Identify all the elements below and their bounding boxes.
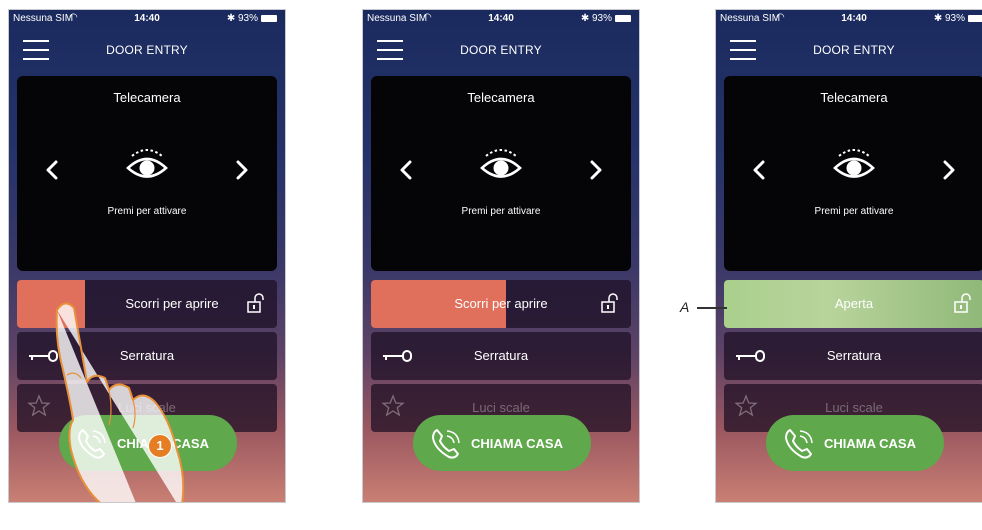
- slider-label: Scorri per aprire: [125, 296, 219, 311]
- padlock-icon: [954, 293, 972, 313]
- status-bar: Nessuna SIM ◠ 14:40 ✱ 93%: [363, 10, 639, 28]
- chevron-left-icon[interactable]: [43, 160, 63, 180]
- camera-hint: Premi per attivare: [461, 206, 541, 217]
- page-title: DOOR ENTRY: [460, 43, 542, 57]
- eye-icon[interactable]: [122, 141, 172, 191]
- camera-panel[interactable]: Telecamera Premi per attivare: [724, 76, 982, 271]
- unlock-slider[interactable]: Scorri per aprire: [371, 280, 631, 328]
- stair-lights-label: Luci scale: [472, 400, 530, 415]
- unlock-slider[interactable]: Aperta: [724, 280, 982, 328]
- slider-label: Scorri per aprire: [454, 296, 548, 311]
- battery-icon: [261, 14, 277, 22]
- slider-label: Aperta: [834, 296, 874, 311]
- eye-icon[interactable]: [476, 141, 526, 191]
- call-home-button[interactable]: CHIAMA CASA: [766, 415, 944, 471]
- phone-icon: [782, 427, 816, 461]
- camera-panel[interactable]: Telecamera Premi per attivare: [371, 76, 631, 271]
- lock-row[interactable]: Serratura: [724, 332, 982, 380]
- phone-screen-2: Nessuna SIM ◠ 14:40 ✱ 93% DOOR ENTRY Tel…: [363, 10, 639, 502]
- battery-indicator: ✱ 93%: [227, 13, 277, 24]
- battery-percent: 93%: [944, 13, 965, 24]
- chevron-right-icon[interactable]: [231, 160, 251, 180]
- page-title: DOOR ENTRY: [813, 43, 895, 57]
- lock-label: Serratura: [119, 348, 175, 363]
- page-title: DOOR ENTRY: [106, 43, 188, 57]
- call-home-label: CHIAMA CASA: [471, 436, 563, 451]
- camera-title: Telecamera: [113, 90, 181, 105]
- step-badge: 1: [148, 434, 172, 458]
- battery-indicator: ✱ 93%: [581, 13, 631, 24]
- status-bar: Nessuna SIM ◠ 14:40 ✱ 93%: [9, 10, 285, 28]
- camera-hint: Premi per attivare: [107, 206, 187, 217]
- stair-lights-label: Luci scale: [118, 400, 176, 415]
- chevron-right-icon[interactable]: [585, 160, 605, 180]
- battery-icon: [968, 14, 982, 22]
- stair-lights-label: Luci scale: [825, 400, 883, 415]
- camera-title: Telecamera: [467, 90, 535, 105]
- lock-label: Serratura: [473, 348, 529, 363]
- phone-icon: [75, 427, 109, 461]
- unlock-slider[interactable]: Scorri per aprire: [17, 280, 277, 328]
- camera-panel[interactable]: Telecamera Premi per attivare: [17, 76, 277, 271]
- chevron-left-icon[interactable]: [397, 160, 417, 180]
- battery-icon: [615, 14, 631, 22]
- camera-title: Telecamera: [820, 90, 888, 105]
- lock-row[interactable]: Serratura: [371, 332, 631, 380]
- battery-indicator: ✱ 93%: [934, 13, 982, 24]
- lock-label: Serratura: [826, 348, 882, 363]
- call-home-label: CHIAMA CASA: [824, 436, 916, 451]
- annotation-line: [697, 307, 727, 309]
- battery-percent: 93%: [591, 13, 612, 24]
- padlock-icon: [601, 293, 619, 313]
- phone-screen-1: Nessuna SIM ◠ 14:40 ✱ 93% DOOR ENTRY Tel…: [9, 10, 285, 502]
- padlock-icon: [247, 293, 265, 313]
- phone-icon: [429, 427, 463, 461]
- status-bar: Nessuna SIM ◠ 14:40 ✱ 93%: [716, 10, 982, 28]
- phone-screen-3: Nessuna SIM ◠ 14:40 ✱ 93% DOOR ENTRY Tel…: [716, 10, 982, 502]
- battery-percent: 93%: [237, 13, 258, 24]
- camera-hint: Premi per attivare: [814, 206, 894, 217]
- call-home-button[interactable]: CHIAMA CASA: [413, 415, 591, 471]
- eye-icon[interactable]: [829, 141, 879, 191]
- annotation-label: A: [680, 299, 690, 315]
- lock-row[interactable]: Serratura: [17, 332, 277, 380]
- chevron-left-icon[interactable]: [750, 160, 770, 180]
- chevron-right-icon[interactable]: [938, 160, 958, 180]
